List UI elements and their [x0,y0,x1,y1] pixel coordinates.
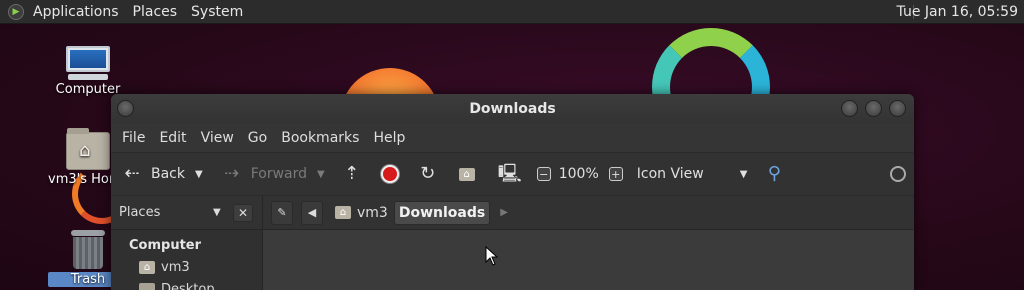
window-menu-button[interactable] [117,100,134,117]
up-button[interactable]: ⇡ [341,163,363,185]
panel-clock[interactable]: Tue Jan 16, 05:59 [897,4,1018,20]
reload-button[interactable]: ↻ [417,163,439,185]
stop-icon [380,165,399,183]
chevron-down-icon[interactable]: ▼ [213,207,221,218]
panel-menu-applications[interactable]: Applications [26,4,126,20]
trash-icon [71,230,105,270]
breadcrumb-item-vm3[interactable]: ⌂ vm3 [331,201,392,225]
computer-icon [66,46,110,80]
menu-edit[interactable]: Edit [152,130,193,146]
window-titlebar[interactable]: Downloads [111,94,914,124]
forward-history-dropdown-icon[interactable]: ▼ [317,169,325,180]
folder-icon [139,282,155,290]
file-view-pane[interactable] [263,230,914,290]
stop-button[interactable] [380,165,399,183]
computer-button[interactable]: 🖳 [497,163,522,185]
close-button[interactable] [889,100,906,117]
panel-menu-places[interactable]: Places [126,4,185,20]
reload-icon: ↻ [420,163,436,184]
up-arrow-icon: ⇡ [344,163,360,184]
menu-view[interactable]: View [194,130,241,146]
sidebar-item-vm3[interactable]: ⌂ vm3 [111,256,262,278]
content-area: Computer ⌂ vm3 Desktop [111,230,914,290]
top-panel: ▶ Applications Places System Tue Jan 16,… [0,0,1024,24]
panel-menu-system[interactable]: System [184,4,250,20]
breadcrumb-label: Downloads [398,204,486,221]
zoom-in-icon[interactable]: + [608,167,623,181]
places-sidebar: Computer ⌂ vm3 Desktop [111,230,263,290]
side-pane-selector[interactable]: Places ▼ ✕ [111,195,263,230]
side-pane-label: Places [119,205,161,220]
menubar: File Edit View Go Bookmarks Help [111,124,914,152]
minimize-button[interactable] [841,100,858,117]
home-icon: ⌂ [458,167,475,181]
desktop-icon-computer[interactable]: Computer [48,46,128,97]
view-mode-value: Icon View [636,166,704,182]
maximize-button[interactable] [865,100,882,117]
chevron-down-icon: ▼ [739,168,748,180]
menu-go[interactable]: Go [241,130,274,146]
back-history-dropdown-icon[interactable]: ▼ [195,169,203,180]
breadcrumb-label: vm3 [357,204,388,221]
sidebar-section-computer: Computer [129,238,202,253]
breadcrumb-right-arrow-icon[interactable]: ▶ [500,207,508,218]
sidebar-item-desktop[interactable]: Desktop [111,278,262,290]
sidebar-item-label: Desktop [161,281,215,290]
home-folder-icon: ⌂ [66,128,110,170]
home-button[interactable]: ⌂ [458,167,481,181]
zoom-level: 100% [558,166,599,182]
menu-bookmarks[interactable]: Bookmarks [274,130,366,146]
menu-help[interactable]: Help [366,130,412,146]
search-button[interactable]: ⚲ [763,163,785,185]
forward-button[interactable]: ⇢ Forward ▼ [221,163,325,185]
menu-file[interactable]: File [115,130,152,146]
view-mode-select[interactable]: Icon View ▼ [637,166,748,182]
file-manager-window: Downloads File Edit View Go Bookmarks He… [111,94,914,290]
breadcrumb-left-arrow-icon[interactable]: ◀ [301,200,323,225]
back-arrow-icon: ⇠ [124,163,140,184]
location-bar: Places ▼ ✕ ✎ ◀ ⌂ vm3 Downloads ▶ [111,195,914,230]
toggle-location-entry-button[interactable]: ✎ [271,200,293,225]
activity-spinner-icon [890,166,906,182]
toolbar: ⇠ Back ▼ ⇢ Forward ▼ ⇡ ↻ ⌂ 🖳 − 100% + Ic… [111,152,914,196]
computer-icon: 🖳 [497,163,522,184]
distro-logo-icon[interactable]: ▶ [8,3,24,20]
zoom-out-icon[interactable]: − [536,167,551,181]
mouse-pointer-icon [485,246,499,266]
home-icon: ⌂ [139,260,155,274]
home-icon: ⌂ [335,206,351,219]
window-title: Downloads [469,101,556,117]
search-icon: ⚲ [767,163,781,184]
breadcrumb-item-downloads[interactable]: Downloads [393,200,491,225]
close-side-pane-button[interactable]: ✕ [233,203,253,222]
zoom-controls: − 100% + [536,166,623,182]
forward-arrow-icon: ⇢ [224,163,240,184]
forward-label: Forward [250,166,308,182]
back-label: Back [151,166,185,182]
sidebar-item-label: vm3 [161,259,190,275]
back-button[interactable]: ⇠ Back ▼ [121,163,203,185]
breadcrumb: ✎ ◀ ⌂ vm3 Downloads ▶ [263,200,508,225]
